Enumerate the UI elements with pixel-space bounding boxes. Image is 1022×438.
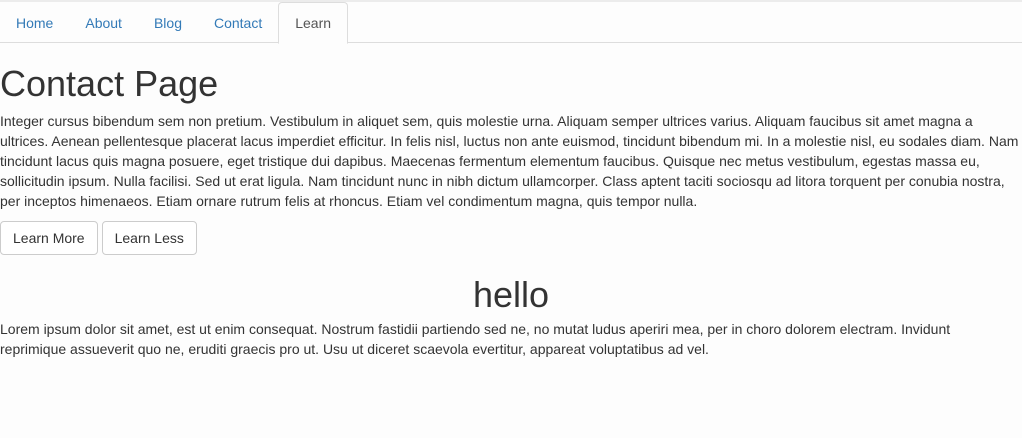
section-text: Lorem ipsum dolor sit amet, est ut enim … — [0, 321, 951, 357]
tab-blog[interactable]: Blog — [138, 2, 198, 43]
section-heading: hello — [472, 274, 550, 315]
tab-contact[interactable]: Contact — [198, 2, 278, 43]
learn-more-button[interactable]: Learn More — [0, 221, 98, 255]
button-group: Learn More Learn Less — [0, 221, 1022, 255]
page-title: Contact Page — [0, 63, 219, 104]
learn-less-button[interactable]: Learn Less — [101, 221, 197, 255]
tab-learn[interactable]: Learn — [278, 2, 349, 44]
tab-home[interactable]: Home — [0, 2, 69, 43]
nav-tabs: Home About Blog Contact Learn — [0, 2, 1022, 44]
tab-about[interactable]: About — [69, 2, 138, 43]
main-content: Contact Page Integer cursus bibendum sem… — [0, 64, 1022, 359]
page-body-text: Integer cursus bibendum sem non pretium.… — [0, 113, 1019, 209]
